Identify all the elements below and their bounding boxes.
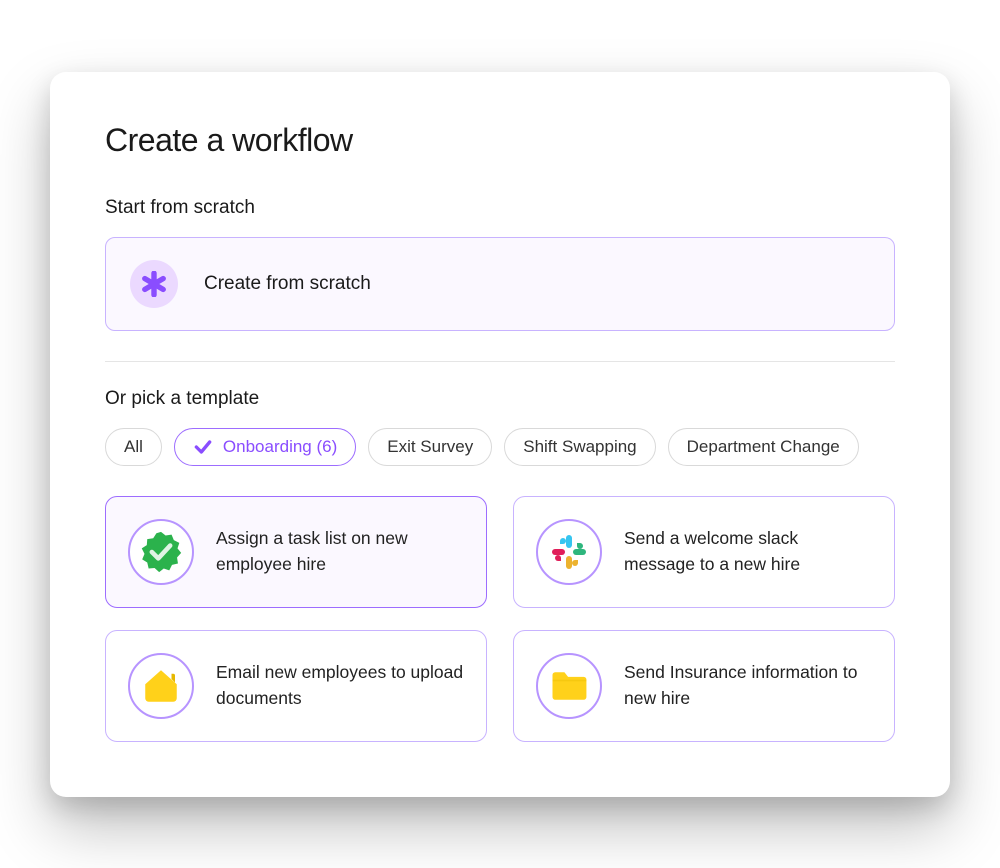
filter-chip-label: Department Change bbox=[687, 437, 840, 457]
page-title: Create a workflow bbox=[105, 122, 895, 159]
folder-icon bbox=[536, 653, 602, 719]
template-card-label: Send Insurance information to new hire bbox=[624, 660, 872, 711]
template-card-assign-task-list[interactable]: Assign a task list on new employee hire bbox=[105, 496, 487, 608]
template-card-label: Assign a task list on new employee hire bbox=[216, 526, 464, 577]
filter-chip-exit-survey[interactable]: Exit Survey bbox=[368, 428, 492, 466]
template-card-email-upload-docs[interactable]: Email new employees to upload documents bbox=[105, 630, 487, 742]
create-from-scratch-label: Create from scratch bbox=[204, 273, 371, 295]
template-card-label: Send a welcome slack message to a new hi… bbox=[624, 526, 872, 577]
house-icon bbox=[128, 653, 194, 719]
template-card-slack-welcome[interactable]: Send a welcome slack message to a new hi… bbox=[513, 496, 895, 608]
filter-chip-label: All bbox=[124, 437, 143, 457]
template-card-insurance-info[interactable]: Send Insurance information to new hire bbox=[513, 630, 895, 742]
check-icon bbox=[193, 437, 213, 457]
filter-chip-label: Shift Swapping bbox=[523, 437, 636, 457]
filter-chip-all[interactable]: All bbox=[105, 428, 162, 466]
template-section-heading: Or pick a template bbox=[105, 388, 895, 410]
slack-icon bbox=[536, 519, 602, 585]
filter-chip-onboarding[interactable]: Onboarding (6) bbox=[174, 428, 356, 466]
checkmark-badge-icon bbox=[128, 519, 194, 585]
filter-chip-label: Exit Survey bbox=[387, 437, 473, 457]
create-workflow-card: Create a workflow Start from scratch Cre… bbox=[50, 72, 950, 797]
create-from-scratch-button[interactable]: Create from scratch bbox=[105, 237, 895, 331]
template-card-label: Email new employees to upload documents bbox=[216, 660, 464, 711]
filter-chip-label: Onboarding (6) bbox=[223, 437, 337, 457]
asterisk-icon bbox=[130, 260, 178, 308]
filter-chip-department-change[interactable]: Department Change bbox=[668, 428, 859, 466]
filter-chip-row: All Onboarding (6) Exit Survey Shift Swa… bbox=[105, 428, 895, 466]
scratch-section-heading: Start from scratch bbox=[105, 197, 895, 219]
divider bbox=[105, 361, 895, 362]
filter-chip-shift-swapping[interactable]: Shift Swapping bbox=[504, 428, 655, 466]
template-grid: Assign a task list on new employee hire bbox=[105, 496, 895, 742]
